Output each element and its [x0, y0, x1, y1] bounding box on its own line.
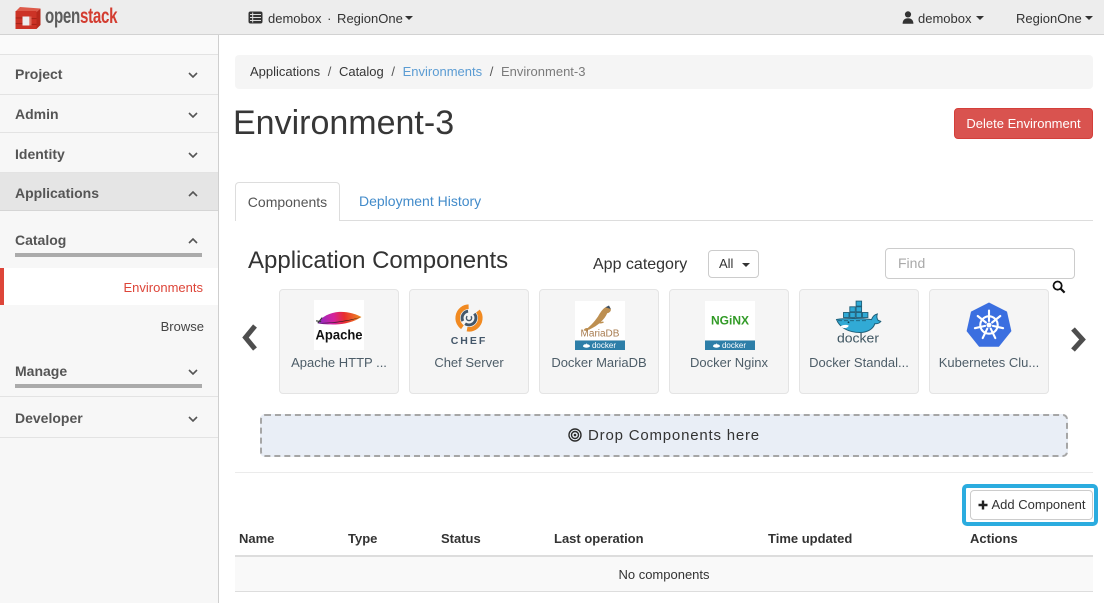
svg-text:docker: docker: [592, 341, 616, 350]
svg-text:docker: docker: [722, 341, 746, 350]
svg-text:NGiNX: NGiNX: [711, 314, 749, 328]
svg-text:Apache: Apache: [316, 327, 363, 343]
svg-text:docker: docker: [837, 331, 879, 345]
svg-text:CHEF: CHEF: [451, 335, 488, 347]
svg-text:MariaDB: MariaDB: [581, 329, 620, 340]
